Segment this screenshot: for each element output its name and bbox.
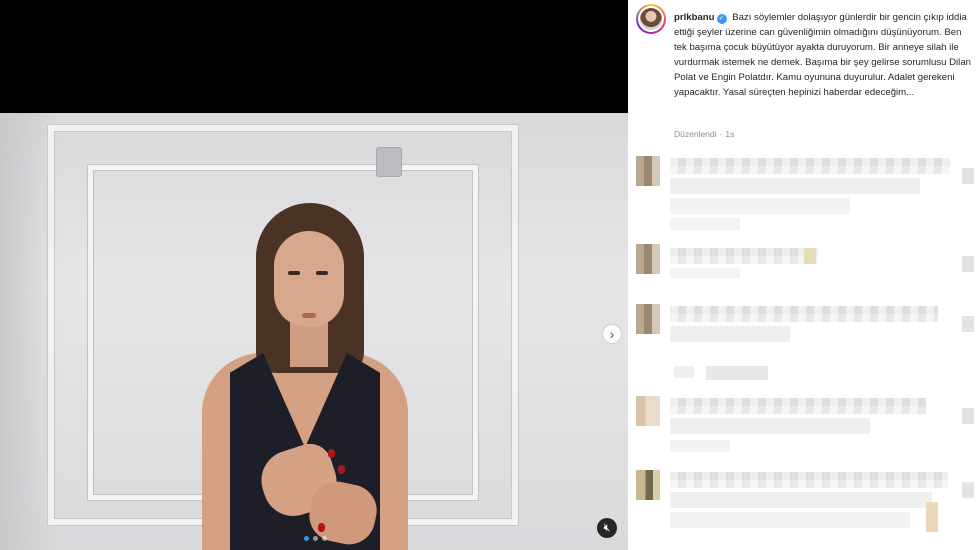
edited-label: Düzenlendi	[674, 129, 717, 139]
comment-text-blurred	[670, 326, 790, 342]
person-figure	[190, 203, 420, 550]
caption: prlkbanu ✓ Bazı söylemler dolaşıyor günle…	[674, 10, 974, 100]
like-icon[interactable]	[962, 256, 974, 272]
time-ago[interactable]: 1s	[725, 129, 734, 139]
comment-text-blurred	[670, 158, 950, 174]
verified-badge-icon: ✓	[716, 14, 727, 24]
person-mouth	[302, 313, 316, 318]
post-media[interactable]: › 🔇︎	[0, 0, 628, 550]
carousel-indicator	[304, 536, 327, 541]
avatar[interactable]	[636, 4, 666, 34]
person-neck	[290, 321, 328, 367]
comment-blurred	[628, 244, 980, 284]
person-eye-left	[288, 271, 300, 275]
nail	[338, 465, 345, 474]
comment-text-blurred	[670, 492, 932, 508]
carousel-next-button[interactable]: ›	[602, 324, 622, 344]
carousel-dot	[304, 536, 309, 541]
avatar-image	[640, 8, 662, 30]
comment-avatar	[636, 470, 660, 500]
carousel-dot	[313, 536, 318, 541]
comment-avatar	[636, 396, 660, 426]
nail	[318, 523, 325, 532]
speaker-muted-icon: 🔇︎	[603, 522, 611, 534]
comment-text-blurred	[670, 472, 948, 488]
post-meta: Düzenlendi · 1s	[674, 129, 734, 139]
comment-text-blurred	[670, 512, 910, 528]
media-letterbox	[0, 0, 628, 113]
comment-text-blurred	[670, 418, 870, 434]
comment-emoji-blurred	[804, 248, 816, 264]
comment-blurred	[628, 304, 980, 354]
like-icon[interactable]	[962, 316, 974, 332]
comment-avatar	[636, 244, 660, 274]
reply-line-blurred	[674, 366, 694, 378]
comment-emoji-blurred	[926, 502, 938, 532]
comment-blurred	[628, 156, 980, 236]
wall-sensor	[376, 147, 402, 177]
person-eye-right	[316, 271, 328, 275]
avatar-ring	[638, 6, 664, 32]
nail	[328, 449, 335, 458]
username-link[interactable]: prlkbanu	[674, 12, 715, 23]
meta-separator: ·	[719, 129, 723, 139]
comment-avatar	[636, 156, 660, 186]
mute-toggle-button[interactable]: 🔇︎	[597, 518, 617, 538]
like-icon[interactable]	[962, 168, 974, 184]
caption-body: Bazı söylemler dolaşıyor günlerdir bir g…	[674, 12, 971, 98]
view-replies-blurred[interactable]	[706, 366, 768, 380]
carousel-dot	[322, 536, 327, 541]
comment-actions-blurred	[670, 218, 740, 230]
comment-avatar	[636, 304, 660, 334]
comment-text-blurred	[670, 178, 920, 194]
like-icon[interactable]	[962, 482, 974, 498]
comment-actions-blurred	[670, 440, 730, 452]
chevron-right-icon: ›	[609, 326, 615, 342]
comment-blurred	[628, 396, 980, 460]
like-icon[interactable]	[962, 408, 974, 424]
post-sidebar: prlkbanu ✓ Bazı söylemler dolaşıyor günle…	[628, 0, 980, 550]
comment-text-blurred	[670, 248, 818, 264]
comment-text-blurred	[670, 306, 938, 322]
video-frame[interactable]	[0, 113, 628, 550]
comment-text-blurred	[670, 398, 926, 414]
comment-actions-blurred	[670, 268, 740, 278]
comment-text-blurred	[670, 198, 850, 214]
comment-blurred	[628, 470, 980, 550]
